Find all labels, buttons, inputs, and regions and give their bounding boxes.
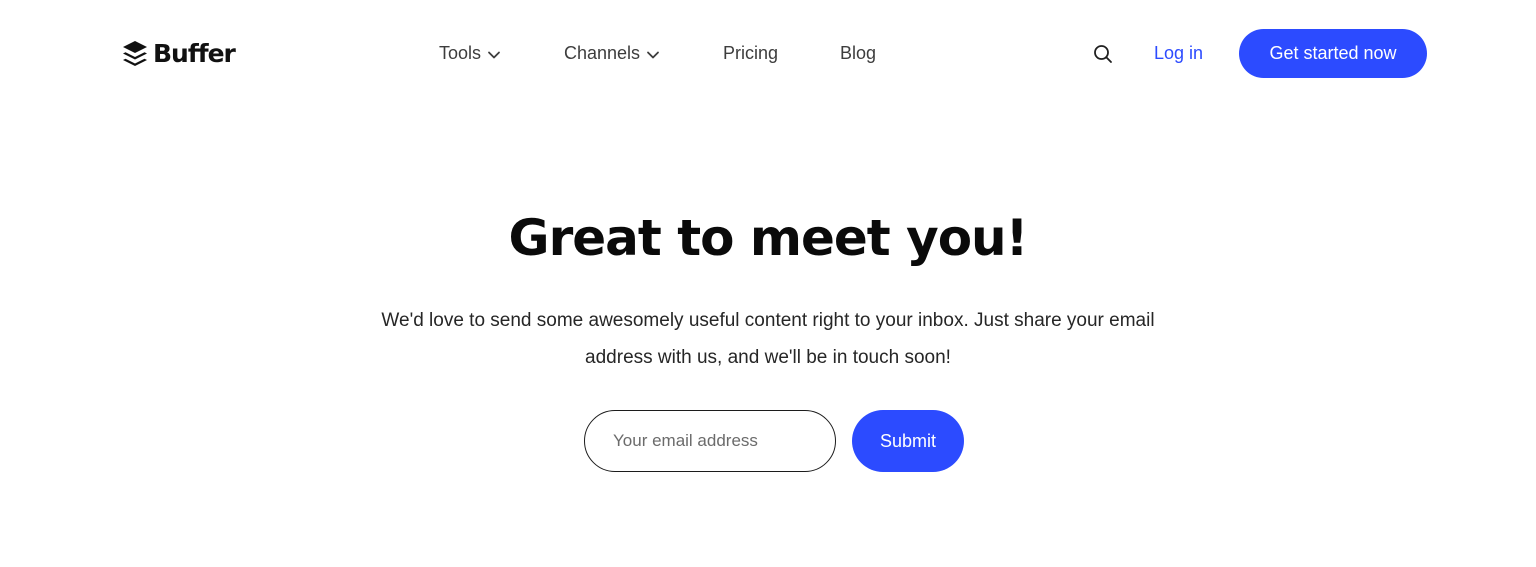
logo-text: Buffer: [153, 39, 236, 68]
nav-item-tools[interactable]: Tools: [439, 29, 501, 78]
buffer-logo[interactable]: Buffer: [122, 39, 236, 69]
buffer-stack-icon: [123, 41, 147, 66]
nav-item-label: Blog: [840, 43, 877, 63]
nav-item-pricing[interactable]: Pricing: [723, 29, 778, 78]
page: Buffer Tools Channels Pricing Blog Log i…: [0, 0, 1536, 567]
nav-item-label: Tools: [439, 43, 482, 63]
chevron-down-icon: [647, 51, 659, 58]
login-link[interactable]: Log in: [1154, 29, 1203, 78]
search-icon: [1094, 45, 1112, 63]
newsletter-form: Submit: [584, 410, 964, 472]
chevron-down-icon: [488, 51, 500, 58]
page-title: Great to meet you!: [508, 209, 1029, 267]
submit-button[interactable]: Submit: [852, 410, 964, 472]
intro-text: We'd love to send some awesomely useful …: [381, 310, 1155, 368]
site-header: Buffer Tools Channels Pricing Blog Log i…: [0, 29, 1536, 78]
nav-item-label: Channels: [564, 43, 641, 63]
get-started-button[interactable]: Get started now: [1239, 29, 1427, 78]
email-input[interactable]: [584, 410, 836, 472]
nav-item-label: Pricing: [723, 43, 779, 63]
nav-item-channels[interactable]: Channels: [564, 29, 660, 78]
search-button[interactable]: [1091, 42, 1115, 66]
nav-item-blog[interactable]: Blog: [840, 29, 876, 78]
